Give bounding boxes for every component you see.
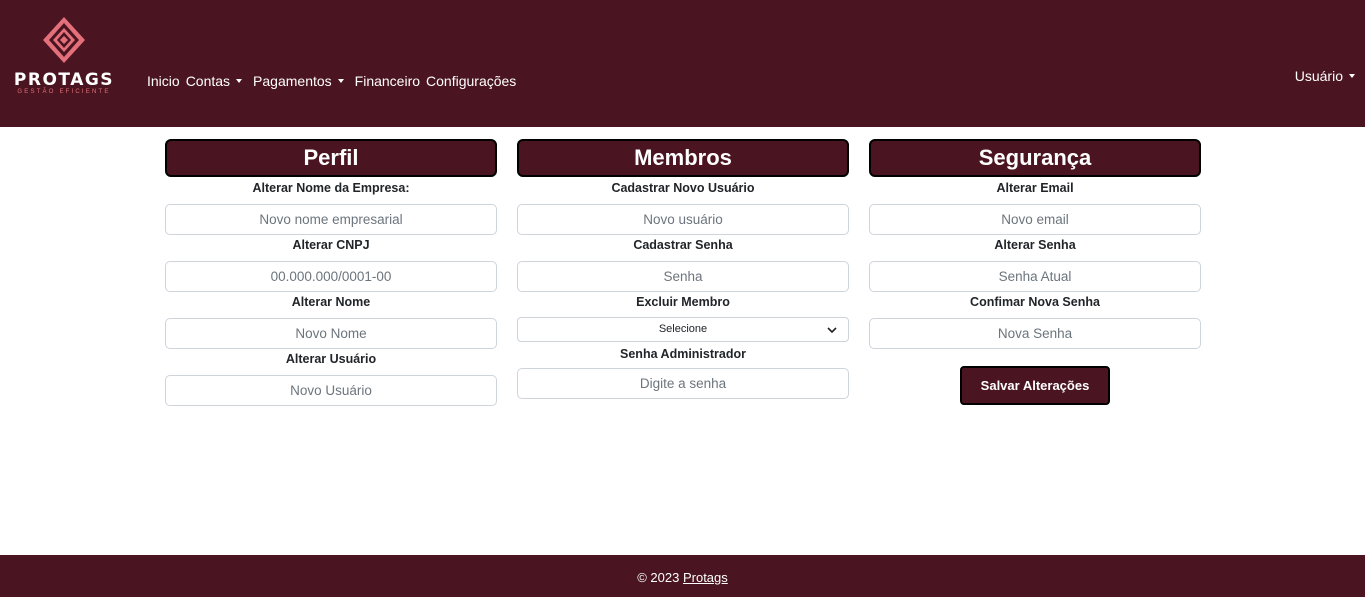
- current-password-input[interactable]: [869, 261, 1201, 292]
- cnpj-input[interactable]: [165, 261, 497, 292]
- confirm-password-input[interactable]: [869, 318, 1201, 349]
- nav-financeiro[interactable]: Financeiro: [355, 73, 420, 89]
- email-input[interactable]: [869, 204, 1201, 235]
- admin-password-input[interactable]: [517, 368, 849, 399]
- email-label: Alterar Email: [996, 181, 1074, 195]
- footer: © 2023 Protags: [0, 555, 1365, 597]
- nav-pagamentos[interactable]: Pagamentos: [253, 73, 344, 89]
- nav-contas[interactable]: Contas: [185, 73, 243, 89]
- perfil-title: Perfil: [165, 139, 497, 177]
- diamond-logo-icon: [43, 17, 85, 63]
- name-input[interactable]: [165, 318, 497, 349]
- nav-configuracoes[interactable]: Configurações: [426, 73, 516, 89]
- caret-down-icon: [1349, 74, 1355, 78]
- admin-password-label: Senha Administrador: [620, 347, 746, 361]
- user-menu-label: Usuário: [1294, 68, 1343, 84]
- caret-down-icon: [337, 79, 344, 83]
- username-label: Alterar Usuário: [285, 352, 377, 366]
- nav-pagamentos-label: Pagamentos: [253, 73, 332, 89]
- nav-inicio[interactable]: Inicio: [147, 73, 180, 89]
- name-label: Alterar Nome: [291, 295, 371, 309]
- new-user-input[interactable]: [517, 204, 849, 235]
- new-password-input[interactable]: [517, 261, 849, 292]
- brand-name: PROTAGS: [13, 70, 115, 90]
- company-name-label: Alterar Nome da Empresa:: [252, 181, 410, 195]
- footer-copyright: © 2023: [637, 570, 680, 585]
- save-changes-button[interactable]: Salvar Alterações: [960, 366, 1110, 405]
- nav-contas-label: Contas: [185, 73, 231, 89]
- perfil-section: Perfil Alterar Nome da Empresa: Alterar …: [165, 139, 497, 406]
- membros-title: Membros: [517, 139, 849, 177]
- chevron-down-icon: [827, 327, 837, 334]
- main-nav: Inicio Contas Pagamentos Financeiro Conf…: [147, 73, 527, 89]
- current-password-label: Alterar Senha: [994, 238, 1076, 252]
- brand-tagline: GESTÃO EFICIENTE: [17, 89, 111, 95]
- company-name-input[interactable]: [165, 204, 497, 235]
- caret-down-icon: [236, 79, 243, 83]
- new-password-label: Cadastrar Senha: [633, 238, 733, 252]
- brand-logo[interactable]: PROTAGS GESTÃO EFICIENTE: [12, 16, 116, 100]
- remove-member-selected: Selecione: [658, 323, 708, 335]
- confirm-password-label: Confimar Nova Senha: [970, 295, 1100, 309]
- membros-section: Membros Cadastrar Novo Usuário Cadastrar…: [517, 139, 849, 399]
- remove-member-select[interactable]: Selecione: [517, 317, 849, 342]
- cnpj-label: Alterar CNPJ: [292, 238, 370, 252]
- remove-member-label: Excluir Membro: [636, 295, 730, 309]
- seguranca-title: Segurança: [869, 139, 1201, 177]
- user-menu[interactable]: Usuário: [1295, 68, 1355, 84]
- navbar: PROTAGS GESTÃO EFICIENTE Inicio Contas P…: [0, 0, 1365, 127]
- username-input[interactable]: [165, 375, 497, 406]
- seguranca-section: Segurança Alterar Email Alterar Senha Co…: [869, 139, 1201, 349]
- footer-link[interactable]: Protags: [683, 570, 728, 585]
- new-user-label: Cadastrar Novo Usuário: [611, 181, 755, 195]
